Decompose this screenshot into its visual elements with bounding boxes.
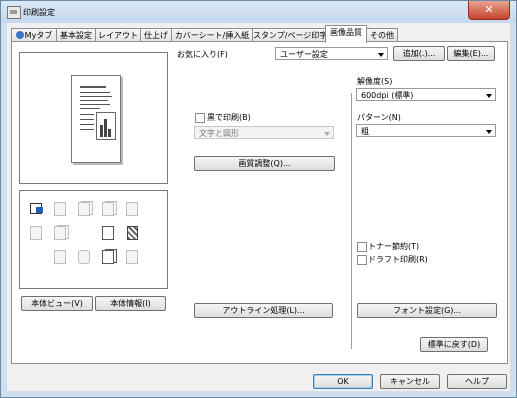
tab-mytab[interactable]: Myタブ — [11, 28, 57, 42]
tab-panel: 本体ビュー(V) 本体情報(I) お気に入り(F) ユーザー設定 追加(.)..… — [11, 41, 508, 364]
mono-dropdown-value: 文字と図形 — [199, 129, 239, 138]
edit-favorite-button[interactable]: 編集(E)... — [447, 46, 495, 61]
image-adjust-button[interactable]: 画質調整(Q)... — [194, 156, 335, 171]
tab-label: カバーシート/挿入紙 — [174, 31, 250, 40]
resolution-label: 解像度(S) — [357, 77, 393, 86]
favorites-dropdown[interactable]: ユーザー設定 — [275, 47, 388, 60]
chart-thumbnail — [96, 112, 116, 140]
tab-image-quality[interactable]: 画像品質 — [325, 25, 367, 43]
punch-icon[interactable] — [101, 225, 115, 240]
text-page-icon[interactable] — [101, 249, 117, 264]
tab-label: レイアウト — [98, 31, 138, 40]
pattern-icon[interactable] — [125, 225, 139, 240]
tab-label: Myタブ — [24, 31, 53, 40]
chevron-down-icon — [486, 130, 492, 134]
page-thumbnail — [71, 75, 121, 163]
close-button[interactable]: ✕ — [468, 1, 510, 20]
favorites-value: ユーザー設定 — [280, 50, 328, 59]
puzzle-icon[interactable] — [77, 249, 91, 264]
machine-info-button[interactable]: 本体情報(I) — [95, 296, 166, 311]
divider — [351, 93, 352, 349]
dialog-client: Myタブ 基本設定 レイアウト 仕上げ カバーシート/挿入紙 スタンプ/ページ印… — [7, 23, 510, 391]
user-icon — [15, 31, 24, 39]
tab-label: その他 — [370, 31, 394, 40]
favorites-label: お気に入り(F) — [177, 50, 228, 59]
ok-button[interactable]: OK — [313, 374, 373, 389]
mono-checkbox[interactable] — [195, 113, 205, 123]
outline-button[interactable]: アウトライン処理(L)... — [194, 303, 333, 318]
tab-layout[interactable]: レイアウト — [95, 28, 141, 42]
staple-icon[interactable] — [53, 201, 67, 216]
tab-finishing[interactable]: 仕上げ — [140, 28, 172, 42]
chevron-down-icon — [486, 94, 492, 98]
bin-selected-icon[interactable] — [29, 201, 43, 215]
cancel-button[interactable]: キャンセル — [380, 374, 440, 389]
mono-label: 黒で印刷(B) — [207, 113, 251, 122]
toner-save-checkbox[interactable] — [357, 242, 367, 252]
tab-cover-sheet[interactable]: カバーシート/挿入紙 — [171, 28, 253, 42]
tab-basic[interactable]: 基本設定 — [56, 28, 96, 42]
grayscale-icon[interactable] — [125, 249, 139, 264]
mono-dropdown[interactable]: 文字と図形 — [194, 126, 334, 139]
pattern-label: パターン(N) — [357, 113, 401, 122]
add-favorite-button[interactable]: 追加(.)... — [393, 46, 445, 61]
resolution-dropdown[interactable]: 600dpi (標準) — [356, 88, 496, 101]
page-stack-icon[interactable] — [77, 201, 93, 216]
pattern-dropdown[interactable]: 粗 — [356, 124, 496, 137]
draft-print-checkbox[interactable] — [357, 255, 367, 265]
tab-label: 画像品質 — [330, 28, 362, 37]
chevron-down-icon — [378, 53, 384, 57]
printer-icon — [7, 6, 21, 19]
page-preview — [19, 52, 168, 184]
tab-label: 仕上げ — [144, 31, 168, 40]
tab-stamp[interactable]: スタンプ/ページ印字 — [252, 28, 326, 42]
tab-other[interactable]: その他 — [366, 28, 398, 42]
tab-label: 基本設定 — [60, 31, 92, 40]
print-settings-window: 印刷設定 ✕ Myタブ 基本設定 レイアウト 仕上げ カバーシート/挿入紙 スタ… — [0, 0, 517, 398]
font-settings-button[interactable]: フォント設定(G)... — [357, 303, 497, 318]
fold-icon[interactable] — [125, 201, 139, 216]
help-button[interactable]: ヘルプ — [447, 374, 507, 389]
draft-print-label: ドラフト印刷(R) — [368, 255, 428, 264]
chevron-down-icon — [324, 132, 330, 136]
pattern-value: 粗 — [361, 127, 369, 136]
output-tray-icon[interactable] — [53, 249, 67, 264]
tab-label: スタンプ/ページ印字 — [253, 31, 326, 40]
window-title: 印刷設定 — [23, 8, 55, 17]
reset-defaults-button[interactable]: 標準に戻す(D) — [420, 337, 488, 352]
title-bar[interactable]: 印刷設定 ✕ — [1, 1, 516, 23]
machine-view — [19, 190, 168, 289]
booklet-icon[interactable] — [53, 225, 69, 240]
machine-view-button[interactable]: 本体ビュー(V) — [21, 296, 93, 311]
copies-icon[interactable] — [101, 201, 117, 216]
toner-save-label: トナー節約(T) — [368, 242, 420, 251]
document-icon[interactable] — [29, 225, 43, 240]
resolution-value: 600dpi (標準) — [361, 91, 414, 100]
